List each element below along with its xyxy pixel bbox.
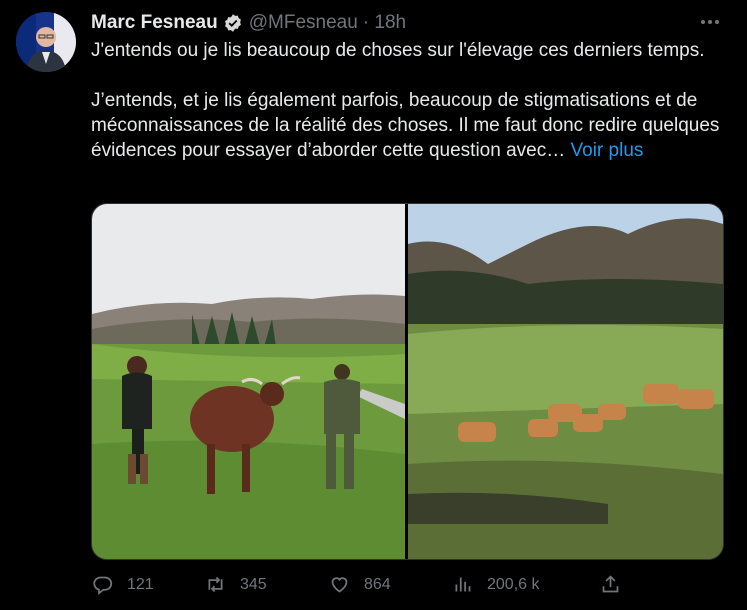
views-chart-icon (452, 574, 473, 595)
author-handle[interactable]: @MFesneau (249, 12, 358, 34)
see-more-link[interactable]: Voir plus (571, 140, 644, 161)
like-button[interactable]: 864 (329, 574, 391, 595)
tweet-paragraph-1: J'entends ou je lis beaucoup de choses s… (91, 40, 705, 61)
view-count: 200,6 k (487, 575, 540, 593)
retweet-icon (205, 574, 226, 595)
tweet-paragraph-2: J’entends, et je lis également parfois, … (91, 88, 731, 163)
heart-icon (329, 574, 350, 595)
author-name[interactable]: Marc Fesneau (91, 12, 218, 34)
reply-icon (92, 574, 113, 596)
tweet-time[interactable]: · 18h (363, 12, 406, 34)
photo-cattle-herd[interactable] (408, 204, 723, 559)
photo-farmers-with-cow[interactable] (92, 204, 405, 559)
tweet-actions: 121 345 864 200,6 k (91, 574, 731, 600)
media-grid (91, 203, 724, 560)
share-icon (600, 574, 621, 595)
retweet-count: 345 (240, 575, 267, 593)
verified-badge-icon (223, 13, 243, 33)
retweet-button[interactable]: 345 (205, 574, 267, 595)
more-options-icon[interactable] (697, 12, 723, 32)
like-count: 864 (364, 575, 391, 593)
tweet-text: J'entends ou je lis beaucoup de choses s… (91, 38, 731, 163)
reply-count: 121 (127, 575, 154, 593)
share-button[interactable] (600, 574, 621, 595)
views-button[interactable]: 200,6 k (452, 574, 539, 595)
tweet-header: Marc Fesneau @MFesneau · 18h (91, 11, 406, 35)
reply-button[interactable]: 121 (92, 574, 154, 596)
author-avatar[interactable] (16, 12, 76, 72)
